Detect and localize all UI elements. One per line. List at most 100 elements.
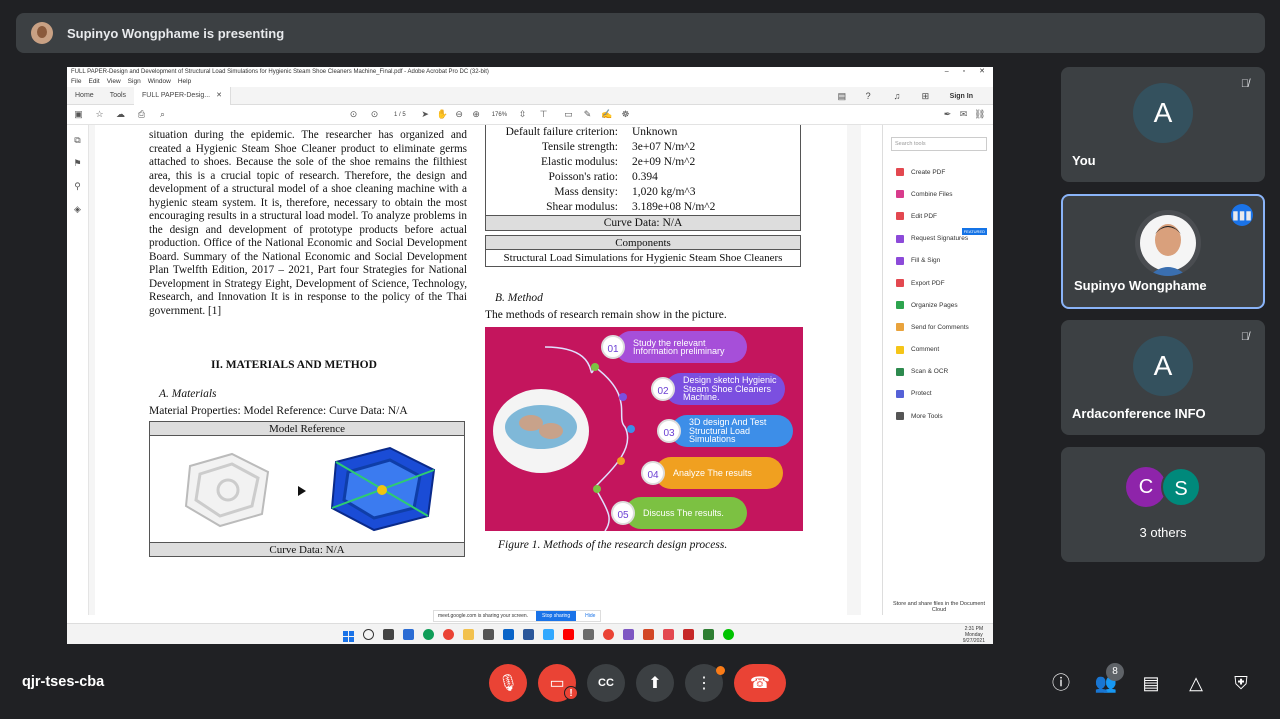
tool-edit-pdf[interactable]: Edit PDF bbox=[883, 205, 993, 227]
menu-window[interactable]: Window bbox=[148, 77, 171, 87]
sign-in-button[interactable]: Sign In bbox=[942, 93, 981, 100]
widgets-icon[interactable] bbox=[403, 628, 414, 640]
scroll-mode-icon[interactable]: ⊤ bbox=[538, 109, 549, 120]
save-icon[interactable]: ▣ bbox=[73, 109, 84, 120]
tool-protect[interactable]: Protect bbox=[883, 383, 993, 405]
line-chat-icon[interactable] bbox=[723, 628, 734, 640]
stamp-icon[interactable]: ☸ bbox=[620, 109, 631, 120]
layers-icon[interactable]: ◈ bbox=[72, 204, 83, 215]
share-tab-icon[interactable]: ⊞ bbox=[914, 91, 930, 102]
people-button[interactable]: 👥 8 bbox=[1094, 663, 1124, 695]
print-icon[interactable]: ⎙ bbox=[136, 109, 147, 120]
menu-view[interactable]: View bbox=[107, 77, 121, 87]
bookmark-icon[interactable]: ⚑ bbox=[72, 158, 83, 169]
tool-fill-sign[interactable]: Fill & Sign bbox=[883, 250, 993, 272]
page-down-icon[interactable]: ⊙ bbox=[369, 109, 380, 120]
upload-icon[interactable]: ☁ bbox=[115, 109, 126, 120]
link-icon[interactable]: ⛓ bbox=[974, 109, 985, 120]
zoom-in-icon[interactable]: ⊕ bbox=[471, 109, 482, 120]
mic-toggle-button[interactable]: 🎙 bbox=[489, 664, 527, 702]
document-viewport[interactable]: situation during the epidemic. The resea… bbox=[89, 125, 861, 615]
help-icon[interactable]: ? bbox=[858, 91, 874, 102]
tool-send-for-comments[interactable]: Send for Comments bbox=[883, 316, 993, 338]
pages-icon[interactable]: ⧉ bbox=[72, 135, 83, 146]
fit-page-icon[interactable]: ⇳ bbox=[517, 109, 528, 120]
menu-edit[interactable]: Edit bbox=[88, 77, 99, 87]
edge-icon[interactable] bbox=[423, 628, 434, 640]
tool-label: Edit PDF bbox=[911, 212, 938, 220]
zoom-out-icon[interactable]: ⊖ bbox=[454, 109, 465, 120]
participant-tile-others[interactable]: C S 3 others bbox=[1061, 447, 1265, 562]
participant-tile-you[interactable]: A 🎙̸ You bbox=[1061, 67, 1265, 182]
tab-tools[interactable]: Tools bbox=[102, 92, 134, 99]
search-tools-input[interactable]: Search tools bbox=[891, 137, 987, 151]
line-icon[interactable] bbox=[703, 628, 714, 640]
chat-icon[interactable]: ▤ bbox=[830, 91, 847, 102]
avatar-c: C bbox=[1126, 467, 1166, 507]
tool-combine-files[interactable]: Combine Files bbox=[883, 183, 993, 205]
activities-button[interactable]: △ bbox=[1184, 671, 1208, 695]
powerpoint-icon[interactable] bbox=[643, 628, 654, 640]
tool-organize-pages[interactable]: Organize Pages bbox=[883, 294, 993, 316]
tool-export-pdf[interactable]: Export PDF bbox=[883, 272, 993, 294]
chrome-profile-icon[interactable] bbox=[603, 628, 614, 640]
acrobat-icon[interactable] bbox=[563, 628, 574, 640]
captions-button[interactable]: CC bbox=[587, 664, 625, 702]
mail-app-icon[interactable] bbox=[503, 628, 514, 640]
menu-file[interactable]: File bbox=[71, 77, 81, 87]
close-icon[interactable]: ✕ bbox=[979, 67, 985, 77]
teams-icon[interactable] bbox=[623, 628, 634, 640]
tool-scan-ocr[interactable]: Scan & OCR bbox=[883, 361, 993, 383]
hide-button[interactable]: Hide bbox=[580, 613, 600, 619]
minimize-icon[interactable]: – bbox=[945, 67, 949, 77]
meeting-details-button[interactable]: ⓘ bbox=[1049, 671, 1073, 695]
comment-icon[interactable]: ▭ bbox=[563, 109, 574, 120]
chrome-icon[interactable] bbox=[443, 628, 454, 640]
task-view-icon[interactable] bbox=[383, 628, 394, 640]
table-row: Mass density: 1,020 kg/m^3 bbox=[486, 185, 800, 200]
bell-icon[interactable]: ♫ bbox=[886, 91, 902, 102]
zoom-search-icon[interactable]: ⌕ bbox=[157, 109, 168, 120]
pdf-app-icon[interactable] bbox=[663, 628, 674, 640]
tab-document[interactable]: FULL PAPER-Desig... ✕ bbox=[134, 86, 231, 105]
pen-icon[interactable]: ✎ bbox=[582, 109, 593, 120]
app-icon[interactable] bbox=[583, 628, 594, 640]
mail-icon[interactable]: ✉ bbox=[958, 109, 969, 120]
tool-create-pdf[interactable]: Create PDF bbox=[883, 161, 993, 183]
section-heading: II. MATERIALS AND METHOD bbox=[211, 359, 377, 371]
page-up-icon[interactable]: ⊙ bbox=[348, 109, 359, 120]
pdf-app-2-icon[interactable] bbox=[683, 628, 694, 640]
participant-tile-arda[interactable]: A 🎙̸ Ardaconference INFO bbox=[1061, 320, 1265, 435]
store-icon[interactable] bbox=[483, 628, 494, 640]
taskbar-clock[interactable]: 2:31 PM Monday 9/27/2021 bbox=[963, 626, 985, 644]
chat-button[interactable]: ▤ bbox=[1139, 671, 1163, 695]
tab-home[interactable]: Home bbox=[67, 92, 102, 99]
tool-more-tools[interactable]: More Tools bbox=[883, 405, 993, 427]
word-icon[interactable] bbox=[523, 628, 534, 640]
zoom-level[interactable]: 176% bbox=[492, 112, 507, 118]
windows-start-icon[interactable] bbox=[343, 629, 354, 642]
highlight-icon[interactable]: ✍ bbox=[601, 109, 612, 120]
star-icon[interactable]: ☆ bbox=[94, 109, 105, 120]
sign-icon[interactable]: ✒ bbox=[942, 109, 953, 120]
present-button[interactable]: ⬆ bbox=[636, 664, 674, 702]
page-indicator[interactable]: 1 / 5 bbox=[394, 112, 406, 118]
select-cursor-icon[interactable]: ➤ bbox=[420, 109, 431, 120]
tab-close-icon[interactable]: ✕ bbox=[212, 92, 222, 99]
menu-sign[interactable]: Sign bbox=[128, 77, 141, 87]
camera-toggle-button[interactable]: ▭! bbox=[538, 664, 578, 702]
explorer-icon[interactable] bbox=[463, 628, 474, 640]
hand-icon[interactable]: ✋ bbox=[437, 109, 448, 120]
taskbar-search-icon[interactable] bbox=[363, 628, 374, 640]
tool-request-signatures[interactable]: Request Signatures FEATURED bbox=[883, 227, 993, 250]
participant-tile-presenter[interactable]: ▮▮▮ Supinyo Wongphame bbox=[1061, 194, 1265, 309]
stop-sharing-button[interactable]: Stop sharing bbox=[536, 611, 577, 621]
photoshop-icon[interactable] bbox=[543, 628, 554, 640]
more-options-button[interactable]: ⋮ bbox=[685, 664, 725, 702]
leave-call-button[interactable]: ☎ bbox=[734, 664, 786, 702]
maximize-icon[interactable]: ▫ bbox=[963, 67, 965, 77]
attachment-icon[interactable]: ⚲ bbox=[72, 181, 83, 192]
tool-comment[interactable]: Comment bbox=[883, 339, 993, 361]
host-controls-button[interactable]: ⛨ bbox=[1229, 671, 1253, 695]
menu-help[interactable]: Help bbox=[178, 77, 191, 87]
